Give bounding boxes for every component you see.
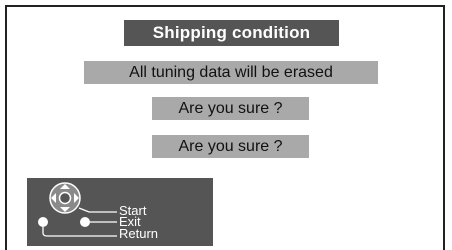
return-button-icon (80, 217, 90, 227)
confirm-question-1[interactable]: Are you sure ? (152, 97, 309, 120)
directional-pad-icon (49, 182, 81, 214)
erase-warning-message: All tuning data will be erased (84, 61, 378, 84)
legend-return-label: Return (119, 226, 159, 241)
button-legend: Start Exit Return (27, 178, 213, 246)
confirm-question-2[interactable]: Are you sure ? (152, 135, 309, 158)
dialog-title: Shipping condition (124, 20, 339, 46)
exit-button-icon (38, 217, 48, 227)
